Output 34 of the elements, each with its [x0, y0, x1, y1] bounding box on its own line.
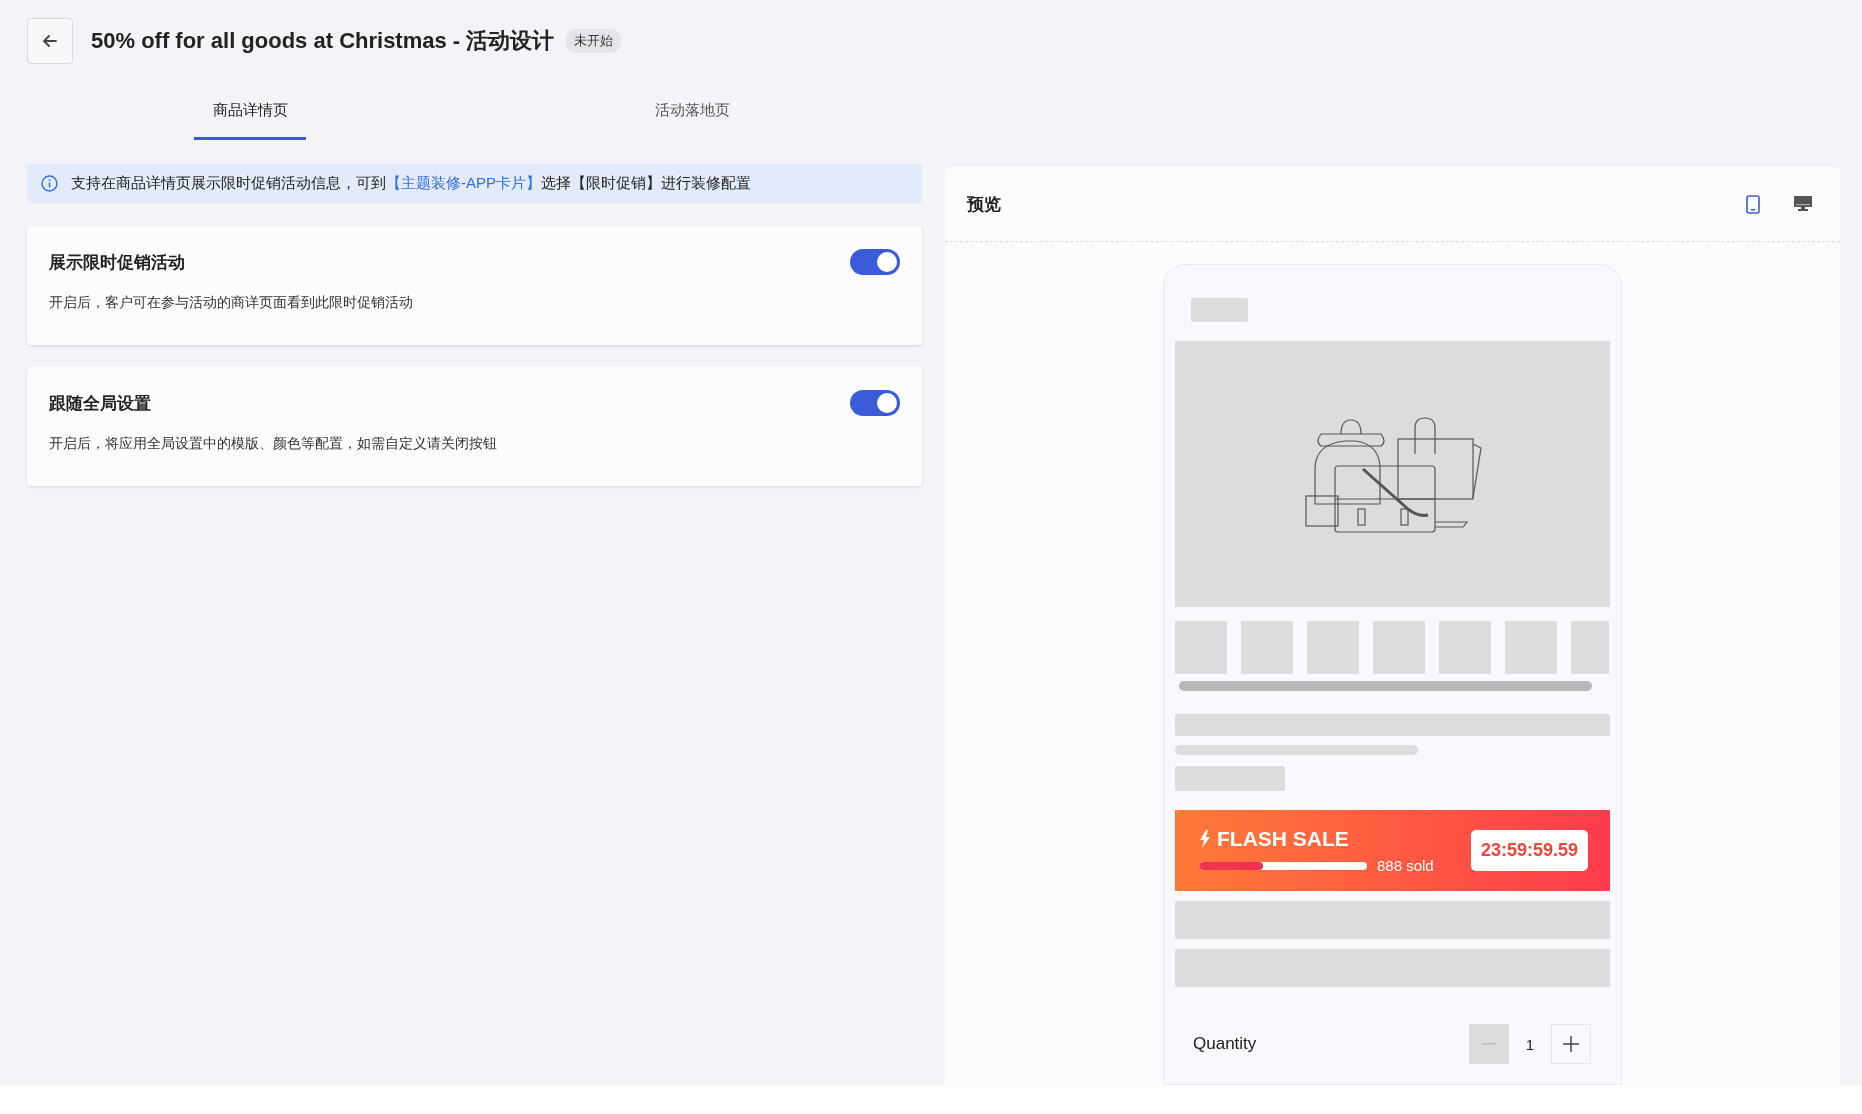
- page-title: 50% off for all goods at Christmas - 活动设计: [91, 27, 555, 55]
- lightning-icon: [1199, 830, 1211, 848]
- countdown-timer: 23:59:59.59: [1470, 830, 1588, 871]
- thumbnail-placeholder: [1307, 621, 1359, 674]
- thumbnail-placeholder: [1505, 621, 1557, 674]
- phone-icon: [1746, 194, 1760, 214]
- preview-title: 预览: [967, 193, 1001, 216]
- thumbnail-placeholder: [1373, 621, 1425, 674]
- sold-count: 888 sold: [1377, 857, 1434, 874]
- theme-card-link[interactable]: 【主题装修-APP卡片】: [386, 174, 541, 191]
- setting-title: 展示限时促销活动: [49, 251, 185, 274]
- toggle-switch[interactable]: [850, 249, 900, 275]
- increase-button[interactable]: [1551, 1024, 1591, 1064]
- back-button[interactable]: [27, 18, 73, 64]
- tab[interactable]: 活动落地页: [636, 84, 748, 140]
- quantity-label: Quantity: [1193, 1034, 1257, 1054]
- thumbnail-placeholder: [1175, 621, 1227, 674]
- info-text: 支持在商品详情页展示限时促销活动信息，可到【主题装修-APP卡片】选择【限时促销】进行装修配置: [71, 174, 751, 193]
- plus-icon: [1563, 1036, 1579, 1052]
- info-icon: [41, 175, 58, 192]
- thumbnail-placeholder: [1241, 621, 1293, 674]
- tab[interactable]: 商品详情页: [194, 84, 306, 140]
- thumbnail-placeholder: [1439, 621, 1491, 674]
- monitor-icon: [1794, 196, 1812, 212]
- flash-sale-label: FLASH SALE: [1217, 827, 1349, 851]
- toggle-switch[interactable]: [850, 390, 900, 416]
- status-badge: 未开始: [566, 29, 622, 53]
- setting-description: 开启后，将应用全局设置中的模版、颜色等配置，如需自定义请关闭按钮: [49, 435, 498, 453]
- setting-description: 开启后，客户可在参与活动的商详页面看到此限时促销活动: [49, 294, 414, 312]
- thumbnail-placeholder: [1571, 621, 1609, 674]
- minus-icon: [1482, 1043, 1496, 1045]
- setting-title: 跟随全局设置: [49, 392, 151, 415]
- skeleton-title: [1191, 298, 1248, 322]
- quantity-value: 1: [1524, 1035, 1536, 1053]
